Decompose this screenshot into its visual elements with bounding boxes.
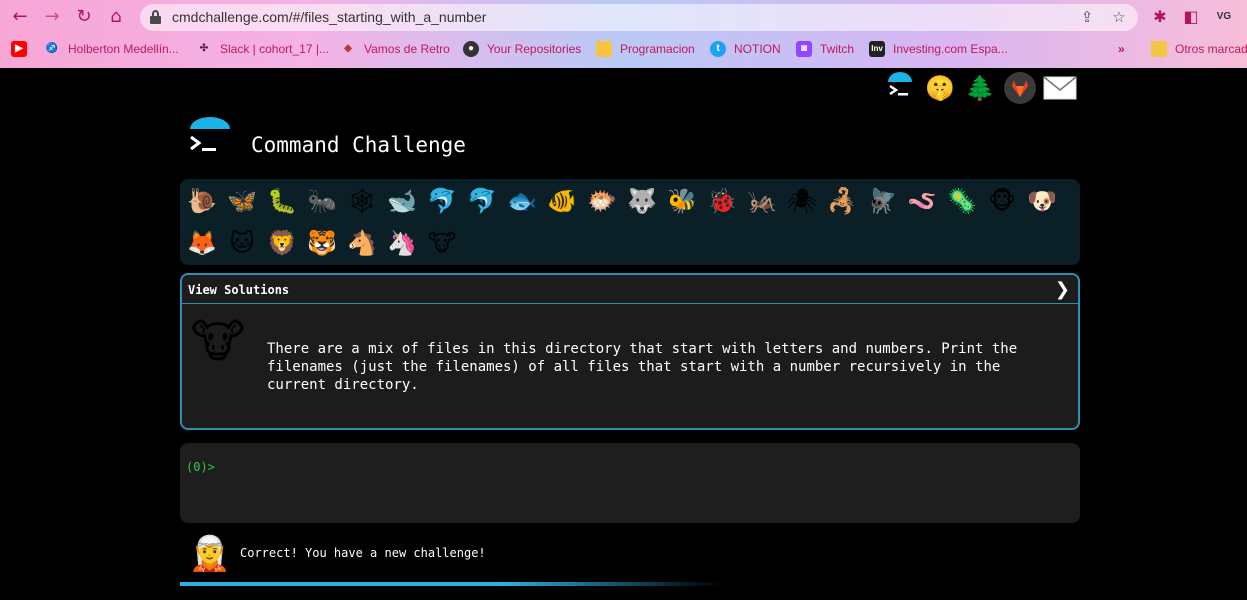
view-solutions-label[interactable]: View Solutions (188, 283, 289, 297)
challenge-dolphin-grey-icon[interactable]: 🐬 (464, 183, 500, 219)
github-icon: ● (463, 41, 479, 57)
challenge-fly-icon[interactable]: 🪰 (864, 183, 900, 219)
challenge-animal-strip: 🐌 🦋 🐛 🐜 🕸 🐋 🐬 🐬 🐟 🐠 🐡 🐺 🐝 🐞 🦗 🕷 🦂 🪰 🪱 🦠 🐵 🐶 🦊 🐱 🦁 🐯 🐴 🦄 🐮 (180, 179, 1080, 265)
chevron-right-icon[interactable]: ❯ (1055, 279, 1070, 300)
share-icon[interactable]: ⇪ (1077, 7, 1097, 27)
browser-chrome: ← → ↻ ⌂ cmdchallenge.com/#/files_startin… (0, 0, 1247, 68)
twitch-icon: ◙ (796, 41, 812, 57)
challenge-whale-icon[interactable]: 🐋 (384, 183, 420, 219)
challenge-dog-icon[interactable]: 🐶 (1024, 183, 1060, 219)
url-text[interactable]: cmdchallenge.com/#/files_starting_with_a… (172, 9, 486, 25)
progress-bar (180, 582, 720, 586)
gitlab-icon[interactable] (1002, 70, 1038, 106)
shushing-face-icon[interactable]: 🤫 (922, 70, 958, 106)
bookmarks-overflow-chevron-icon[interactable]: » (1118, 38, 1125, 60)
forward-arrow-icon[interactable]: → (41, 6, 63, 28)
status-message: Correct! You have a new challenge! (240, 546, 486, 560)
challenge-spider-icon[interactable]: 🕷 (784, 183, 820, 219)
bookmark-slack[interactable]: ✣ Slack | cohort_17 |... (196, 38, 329, 60)
bookmark-retro[interactable]: ◆ Vamos de Retro (340, 38, 450, 60)
reload-icon[interactable]: ↻ (73, 6, 95, 28)
bookmark-programacion[interactable]: Programacion (596, 38, 695, 60)
challenge-fish-icon[interactable]: 🐟 (504, 183, 540, 219)
challenge-snail-icon[interactable]: 🐌 (184, 183, 220, 219)
profile-avatar[interactable]: VG (1212, 6, 1236, 28)
challenge-caterpillar-icon[interactable]: 🐛 (264, 183, 300, 219)
bookmark-notion[interactable]: t NOTION (710, 38, 781, 60)
address-bar[interactable]: cmdchallenge.com/#/files_starting_with_a… (140, 4, 1138, 31)
bookmarks-bar: ▶ ♐ Holberton Medellín... ✣ Slack | coho… (0, 38, 1247, 60)
folder-icon (1151, 41, 1167, 57)
challenge-wolf-icon[interactable]: 🐺 (624, 183, 660, 219)
extensions-puzzle-icon[interactable]: ✱ (1149, 6, 1171, 28)
cow-avatar-icon: 🐮 (190, 314, 246, 368)
challenge-bee-icon[interactable]: 🐝 (664, 183, 700, 219)
youtube-icon: ▶ (11, 41, 27, 57)
challenge-cat-icon[interactable]: 🐱 (224, 225, 260, 261)
envelope-icon[interactable] (1042, 70, 1078, 106)
challenge-ant-icon[interactable]: 🐜 (304, 183, 340, 219)
lock-icon[interactable] (150, 10, 161, 24)
challenge-worm-icon[interactable]: 🪱 (904, 183, 940, 219)
challenge-lion-icon[interactable]: 🦁 (264, 225, 300, 261)
logo-terminal-icon (186, 117, 234, 165)
challenge-unicorn-icon[interactable]: 🦄 (384, 225, 420, 261)
challenge-tiger-icon[interactable]: 🐯 (304, 225, 340, 261)
challenge-ladybug-icon[interactable]: 🐞 (704, 183, 740, 219)
bookmark-youtube[interactable]: ▶ (11, 38, 35, 60)
folder-icon (596, 41, 612, 57)
challenge-cricket-icon[interactable]: 🦗 (744, 183, 780, 219)
challenge-butterfly-icon[interactable]: 🦋 (224, 183, 260, 219)
challenge-microbe-icon[interactable]: 🦠 (944, 183, 980, 219)
page-title: Command Challenge (251, 133, 466, 157)
twitter-icon: t (710, 41, 726, 57)
challenge-dolphin-icon[interactable]: 🐬 (424, 183, 460, 219)
bookmark-holberton[interactable]: ♐ Holberton Medellín... (44, 38, 179, 60)
challenge-tropical-fish-icon[interactable]: 🐠 (544, 183, 580, 219)
challenge-fox-icon[interactable]: 🦊 (184, 225, 220, 261)
elf-avatar-icon: 🧝 (188, 534, 232, 574)
bookmark-twitch[interactable]: ◙ Twitch (796, 38, 854, 60)
challenge-card: View Solutions ❯ 🐮 There are a mix of fi… (180, 273, 1080, 430)
bookmark-otros[interactable]: Otros marcado (1151, 38, 1247, 60)
side-panel-icon[interactable]: ◧ (1180, 6, 1202, 28)
bookmark-investing[interactable]: Inv Investing.com Espa... (869, 38, 1008, 60)
challenge-blowfish-icon[interactable]: 🐡 (584, 183, 620, 219)
challenge-cow-icon[interactable]: 🐮 (424, 225, 460, 261)
challenge-monkey-icon[interactable]: 🐵 (984, 183, 1020, 219)
home-icon[interactable]: ⌂ (105, 6, 127, 28)
terminal-input-area[interactable]: (0)> (180, 443, 1080, 523)
back-arrow-icon[interactable]: ← (9, 6, 31, 28)
bookmark-star-icon[interactable]: ☆ (1109, 7, 1129, 27)
challenge-scorpion-icon[interactable]: 🦂 (824, 183, 860, 219)
challenge-description: There are a mix of files in this directo… (267, 341, 1018, 393)
holberton-icon: ♐ (45, 43, 59, 54)
view-solutions-bar[interactable]: View Solutions ❯ (182, 275, 1078, 304)
challenge-spider-web-icon[interactable]: 🕸 (344, 183, 380, 219)
tree-icon[interactable]: 🌲 (962, 70, 998, 106)
bookmark-github[interactable]: ● Your Repositories (463, 38, 581, 60)
terminal-prompt: (0)> (186, 460, 215, 474)
investing-icon: Inv (869, 41, 885, 57)
slack-icon: ✣ (199, 43, 209, 54)
challenge-horse-icon[interactable]: 🐴 (344, 225, 380, 261)
terminal-icon[interactable] (882, 70, 918, 106)
retro-icon: ◆ (344, 43, 352, 54)
